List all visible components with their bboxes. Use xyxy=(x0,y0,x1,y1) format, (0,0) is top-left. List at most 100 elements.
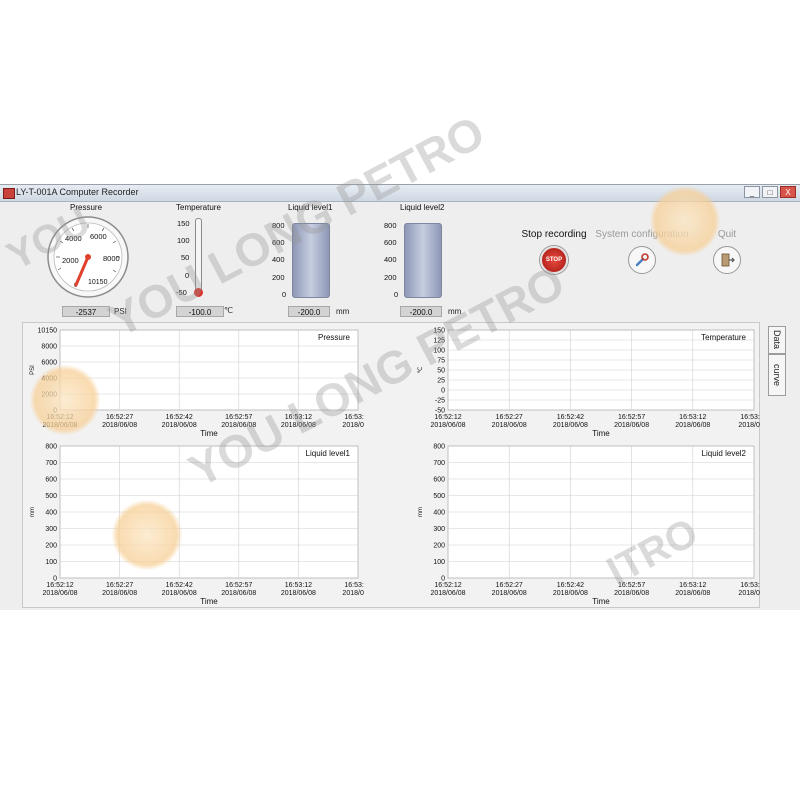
system-configuration-label: System configuration xyxy=(595,229,689,240)
x-tick-date: 2018/06/0 xyxy=(738,590,760,597)
x-tick-date: 2018/06/08 xyxy=(430,590,465,597)
temperature-chart: 1501251007550250-25-5016:52:122018/06/08… xyxy=(418,328,760,439)
x-tick-date: 2018/06/08 xyxy=(614,422,649,429)
gauge-label-6000: 6000 xyxy=(90,232,107,241)
exit-door-icon xyxy=(721,253,735,267)
liquid2-chart: 800700600500400300200100016:52:122018/06… xyxy=(418,444,760,607)
quit-button[interactable] xyxy=(713,246,741,274)
pressure-gauge: 2000 4000 6000 8000 10150 0 xyxy=(47,216,129,298)
stop-recording-label: Stop recording xyxy=(521,229,587,240)
system-configuration-button[interactable] xyxy=(628,246,656,274)
stop-recording-control[interactable]: Stop recording STOP xyxy=(516,229,592,274)
x-tick-time: 16:52:42 xyxy=(166,414,193,421)
x-tick-time: 16:52:42 xyxy=(557,582,584,589)
minimize-button[interactable]: _ xyxy=(744,186,760,198)
chart-title: Liquid level2 xyxy=(702,449,747,458)
x-tick-date: 2018/06/08 xyxy=(102,590,137,597)
maximize-button[interactable]: □ xyxy=(762,186,778,198)
window-controls: _ □ X xyxy=(744,186,796,198)
y-tick-label: 500 xyxy=(45,493,57,500)
y-tick-label: 100 xyxy=(433,559,445,566)
title-bar[interactable]: LY-T-001A Computer Recorder _ □ X xyxy=(0,185,800,202)
y-tick-label: 400 xyxy=(433,510,445,517)
x-tick-date: 2018/06/08 xyxy=(492,590,527,597)
liquid2-scale-800: 800 xyxy=(384,221,397,230)
y-tick-label: 0 xyxy=(441,388,445,395)
y-tick-label: 300 xyxy=(433,526,445,533)
x-tick-time: 16:52:57 xyxy=(225,582,252,589)
liquid2-cylinder xyxy=(404,223,442,298)
y-tick-label: 2000 xyxy=(41,392,57,399)
x-tick-time: 16:52:42 xyxy=(557,414,584,421)
x-tick-time: 16:53:12 xyxy=(679,582,706,589)
x-tick-time: 16:53:34 xyxy=(740,582,760,589)
x-axis-label: Time xyxy=(200,429,218,438)
quit-control[interactable]: Quit xyxy=(704,229,750,274)
pressure-label: Pressure xyxy=(70,203,103,212)
x-tick-date: 2018/06/08 xyxy=(553,422,588,429)
x-tick-time: 16:52:27 xyxy=(496,414,523,421)
pressure-unit: PSI xyxy=(114,307,127,316)
liquid2-scale-400: 400 xyxy=(384,255,397,264)
x-tick-time: 16:53:12 xyxy=(679,414,706,421)
x-axis-label: Time xyxy=(200,597,218,606)
x-axis-label: Time xyxy=(592,429,610,438)
x-tick-date: 2018/06/0 xyxy=(342,590,364,597)
y-axis-label: PSI xyxy=(30,365,36,375)
x-tick-time: 16:53:34 xyxy=(740,414,760,421)
x-tick-date: 2018/06/08 xyxy=(42,590,77,597)
x-tick-date: 2018/06/08 xyxy=(281,422,316,429)
y-tick-label: 8000 xyxy=(41,344,57,351)
x-tick-date: 2018/06/08 xyxy=(162,422,197,429)
pressure-chart: 101508000600040002000016:52:122018/06/08… xyxy=(30,328,364,439)
stop-recording-button[interactable]: STOP xyxy=(540,246,568,274)
x-tick-date: 2018/06/08 xyxy=(675,590,710,597)
liquid1-chart: 800700600500400300200100016:52:122018/06… xyxy=(30,444,364,607)
liquid1-scale-0: 0 xyxy=(282,290,287,299)
liquid2-scale-200: 200 xyxy=(384,273,397,282)
y-tick-label: 500 xyxy=(433,493,445,500)
y-tick-label: 75 xyxy=(437,358,445,365)
y-tick-label: 200 xyxy=(433,543,445,550)
liquid2-tank: 800 600 400 200 0 xyxy=(384,218,444,303)
y-tick-label: 600 xyxy=(45,477,57,484)
x-tick-date: 2018/06/08 xyxy=(614,590,649,597)
x-tick-time: 16:52:12 xyxy=(46,582,73,589)
x-tick-date: 2018/06/08 xyxy=(162,590,197,597)
temperature-readout: -100.0 xyxy=(176,306,224,317)
y-axis-label: ℃ xyxy=(418,366,424,373)
gauge-label-2000: 2000 xyxy=(62,256,79,265)
x-tick-date: 2018/06/08 xyxy=(675,422,710,429)
close-button[interactable]: X xyxy=(780,186,796,198)
x-tick-date: 2018/06/08 xyxy=(492,422,527,429)
x-tick-date: 2018/06/08 xyxy=(42,422,77,429)
x-tick-date: 2018/06/08 xyxy=(430,422,465,429)
x-tick-time: 16:52:57 xyxy=(618,414,645,421)
system-configuration-control[interactable]: System configuration xyxy=(594,229,690,274)
thermometer-bulb xyxy=(194,288,203,297)
y-tick-label: 4000 xyxy=(41,376,57,383)
temp-scale-50: 50 xyxy=(181,253,190,262)
y-tick-label: 400 xyxy=(45,510,57,517)
liquid1-readout: -200.0 xyxy=(288,306,330,317)
x-tick-date: 2018/06/08 xyxy=(281,590,316,597)
liquid2-unit: mm xyxy=(448,307,462,316)
tab-curve[interactable]: curve xyxy=(768,354,786,396)
x-tick-time: 16:53:34 xyxy=(344,582,364,589)
y-tick-label: 150 xyxy=(433,328,445,335)
wrench-icon xyxy=(635,253,649,267)
liquid2-readout: -200.0 xyxy=(400,306,442,317)
x-tick-time: 16:53:12 xyxy=(285,582,312,589)
thermometer-tube xyxy=(195,218,202,293)
y-tick-label: 200 xyxy=(45,543,57,550)
x-tick-date: 2018/06/0 xyxy=(342,422,364,429)
liquid1-tank: 800 600 400 200 0 xyxy=(272,218,332,303)
plot-area xyxy=(59,329,359,411)
tab-data[interactable]: Data xyxy=(768,326,786,354)
x-tick-time: 16:52:12 xyxy=(46,414,73,421)
liquid1-unit: mm xyxy=(336,307,350,316)
y-tick-label: 25 xyxy=(437,378,445,385)
x-tick-time: 16:52:27 xyxy=(106,414,133,421)
temp-scale-0: 0 xyxy=(185,271,190,280)
y-tick-label: 10150 xyxy=(38,328,58,335)
